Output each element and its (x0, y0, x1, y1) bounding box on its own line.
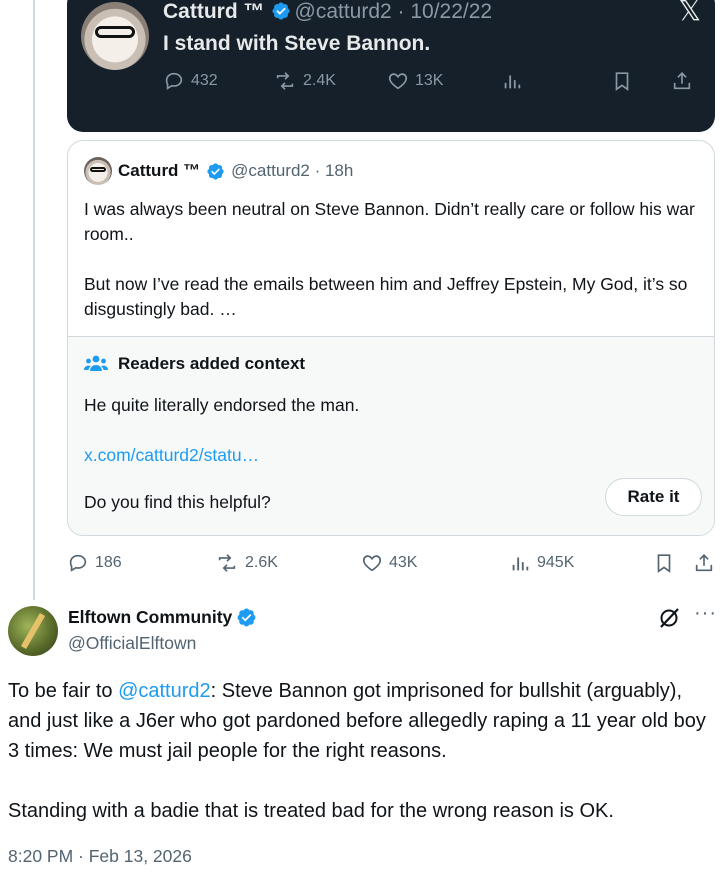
tweet-actions: 186 2.6K 43K 945K (67, 552, 717, 578)
repost-icon (218, 554, 236, 572)
views-count: 945K (537, 554, 575, 571)
verified-badge-icon (207, 162, 224, 180)
verified-badge-icon (237, 608, 256, 627)
reply-text-paragraph-2: Standing with a badie that is treated ba… (8, 800, 614, 822)
embedded-like-count: 13K (387, 70, 443, 92)
repost-count: 2.6K (245, 554, 278, 571)
embedded-tweet-actions: 432 2.4K 13K (163, 70, 703, 96)
embedded-tweet-text: I stand with Steve Bannon. (163, 32, 431, 55)
embedded-bookmark-icon (611, 70, 633, 92)
heart-icon (362, 555, 382, 572)
share-icon (695, 554, 713, 572)
quoted-tweet-card[interactable]: Catturd ™ @catturd2 · 18h I was always b… (67, 140, 715, 536)
community-note-title: Readers added context (84, 353, 305, 375)
reply-button[interactable]: 186 (67, 552, 122, 574)
mention-link[interactable]: @catturd2 (118, 680, 211, 702)
repost-button[interactable]: 2.6K (215, 552, 278, 574)
quoted-tweet-paragraph-1: I was always been neutral on Steve Banno… (84, 199, 695, 244)
like-count: 43K (389, 554, 418, 571)
repost-icon (276, 72, 294, 90)
embedded-author-handle: @catturd2 · 10/22/22 (294, 0, 493, 23)
quoted-author-name[interactable]: Catturd ™ (118, 161, 200, 181)
reply-author-name[interactable]: Elftown Community (68, 607, 257, 628)
thread-connector-line (33, 0, 35, 600)
reply-text: To be fair to @catturd2: Steve Bannon go… (8, 676, 714, 826)
verified-badge-icon (271, 1, 291, 27)
community-note: Readers added context He quite literally… (68, 336, 714, 535)
reply-text-prefix: To be fair to (8, 680, 119, 702)
quoted-author-handle: @catturd2 · 18h (231, 161, 354, 180)
embedded-reply-count: 432 (163, 70, 218, 92)
catturd-avatar (81, 2, 149, 70)
grok-icon[interactable] (657, 606, 681, 635)
people-icon (84, 355, 108, 371)
quoted-tweet-text: I was always been neutral on Steve Banno… (84, 197, 700, 322)
quoted-tweet-paragraph-2: But now I’ve read the emails between him… (84, 274, 688, 319)
reply-icon (165, 72, 183, 90)
embedded-share-icon (671, 70, 693, 92)
reply-count: 186 (95, 554, 122, 571)
embedded-repost-count: 2.4K (273, 70, 336, 92)
reply-timestamp[interactable]: 8:20 PM · Feb 13, 2026 (8, 846, 192, 867)
bookmark-button[interactable] (653, 552, 675, 574)
bookmark-icon (657, 554, 671, 573)
views-button[interactable]: 945K (509, 552, 574, 574)
quoted-author-avatar[interactable] (84, 157, 112, 185)
reply-author-handle[interactable]: @OfficialElftown (68, 633, 196, 654)
views-icon (512, 557, 529, 571)
embedded-tweet-header: Catturd ™ @catturd2 · 10/22/22 (163, 0, 492, 27)
heart-icon (388, 73, 408, 90)
x-logo-icon: 𝕏 (678, 0, 701, 26)
elftown-avatar[interactable] (8, 606, 58, 656)
like-button[interactable]: 43K (361, 552, 417, 574)
embedded-views-icon (501, 70, 523, 92)
more-options-icon[interactable]: ··· (694, 602, 717, 625)
community-note-link[interactable]: x.com/catturd2/statu… (84, 445, 259, 466)
share-button[interactable] (693, 552, 715, 574)
embedded-tweet-image[interactable]: Catturd ™ @catturd2 · 10/22/22 𝕏 I stand … (67, 0, 715, 132)
reply-icon (69, 554, 87, 572)
embedded-author-name: Catturd ™ (163, 0, 265, 23)
quoted-tweet-header: Catturd ™ @catturd2 · 18h (84, 157, 353, 185)
community-note-body: He quite literally endorsed the man. (84, 395, 360, 415)
rate-it-button[interactable]: Rate it (605, 478, 702, 516)
helpful-question: Do you find this helpful? (84, 492, 271, 512)
